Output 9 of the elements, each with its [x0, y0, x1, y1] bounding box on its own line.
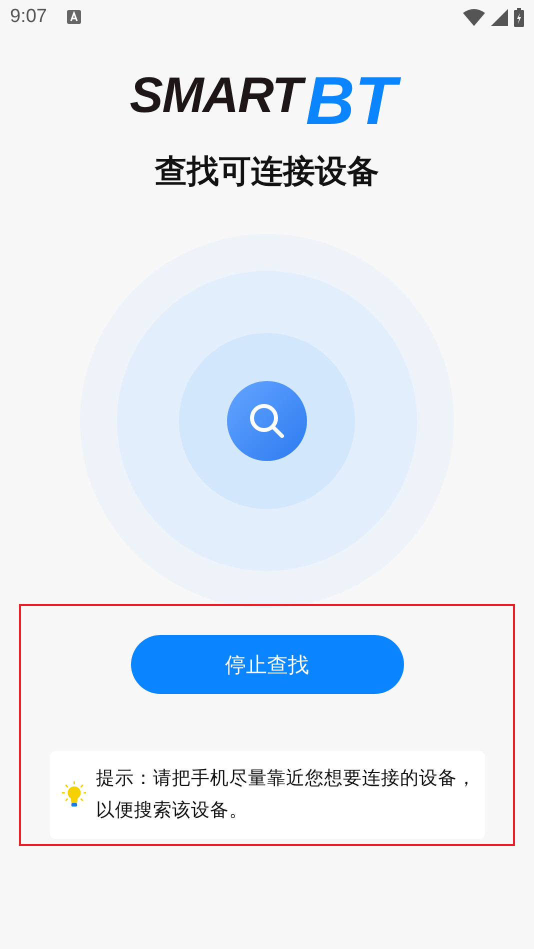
wifi-icon — [463, 8, 485, 26]
stop-search-button[interactable]: 停止查找 — [130, 635, 404, 694]
status-time: 9:07 — [10, 6, 47, 28]
search-icon — [247, 401, 287, 441]
tip-text: 提示：请把手机尽量靠近您想要连接的设备，以便搜索该设备。 — [96, 767, 477, 823]
page-title: 查找可连接设备 — [155, 151, 379, 192]
signal-icon — [491, 8, 508, 26]
battery-icon — [514, 8, 524, 26]
keyboard-icon — [66, 10, 81, 24]
